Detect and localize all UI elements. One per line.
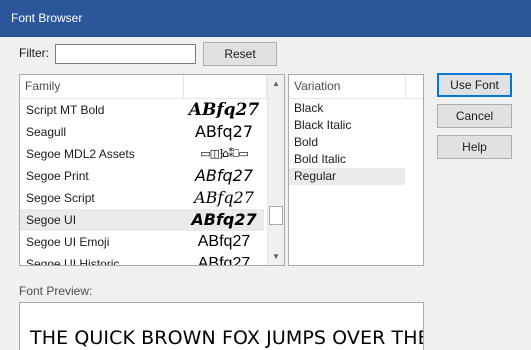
family-name: Segoe Script xyxy=(26,191,95,205)
family-name: Segoe MDL2 Assets xyxy=(26,147,135,161)
variation-item-selected[interactable]: Regular xyxy=(289,168,405,185)
preview-text: THE QUICK BROWN FOX JUMPS OVER THE xyxy=(30,327,424,349)
family-list-header: Family xyxy=(20,75,267,99)
family-row-selected[interactable]: Segoe UI ABfq27 xyxy=(20,209,264,231)
family-row[interactable]: Seagull ABfq27 xyxy=(20,121,264,143)
family-name: Segoe UI Historic xyxy=(26,257,120,266)
font-sample: ABfq27 xyxy=(194,166,254,185)
family-list[interactable]: Family Script MT Bold ABfq27 Seagull ABf… xyxy=(19,74,285,266)
family-row[interactable]: Script MT Bold ABfq27 xyxy=(20,99,264,121)
font-sample: ABfq27 xyxy=(194,122,254,141)
family-column-header[interactable]: Family xyxy=(20,75,184,98)
family-name: Segoe UI Emoji xyxy=(26,235,110,249)
variation-item[interactable]: Black Italic xyxy=(289,117,423,134)
family-rows: Script MT Bold ABfq27 Seagull ABfq27 Seg… xyxy=(20,99,264,266)
family-row[interactable]: Segoe UI Historic ABfq27 xyxy=(20,253,264,266)
variation-list[interactable]: Variation Black Black Italic Bold Bold I… xyxy=(288,74,424,266)
title-bar: Font Browser xyxy=(0,0,531,37)
font-sample: ABfq27 xyxy=(191,210,257,229)
family-row[interactable]: Segoe Print ABfq27 xyxy=(20,165,264,187)
family-row[interactable]: Segoe Script ABfq27 xyxy=(20,187,264,209)
font-preview-box: THE QUICK BROWN FOX JUMPS OVER THE xyxy=(19,302,424,350)
font-sample: ABfq27 xyxy=(197,233,251,250)
family-list-scrollbar[interactable]: ▲ ▼ xyxy=(267,75,284,265)
variation-item[interactable]: Bold xyxy=(289,134,423,151)
variation-item[interactable]: Black xyxy=(289,100,423,117)
variation-rows: Black Black Italic Bold Bold Italic Regu… xyxy=(289,100,423,185)
variation-item[interactable]: Bold Italic xyxy=(289,151,423,168)
scroll-up-icon[interactable]: ▲ xyxy=(268,75,284,92)
font-sample: ▭◫⁆⌂⁑⎕▭ xyxy=(200,147,249,160)
scrollbar-thumb[interactable] xyxy=(269,206,283,225)
cancel-button[interactable]: Cancel xyxy=(437,104,512,128)
family-name: Segoe Print xyxy=(26,169,89,183)
preview-label: Font Preview: xyxy=(19,284,93,298)
variation-column-header[interactable]: Variation xyxy=(289,75,406,98)
font-sample: ABfq27 xyxy=(188,100,260,120)
family-name: Script MT Bold xyxy=(26,103,105,117)
family-name: Segoe UI xyxy=(26,213,77,227)
window-title: Font Browser xyxy=(11,11,83,25)
filter-input[interactable] xyxy=(55,44,196,64)
family-name: Seagull xyxy=(26,125,67,139)
help-button[interactable]: Help xyxy=(437,135,512,159)
font-sample: ABfq27 xyxy=(194,188,254,207)
sample-column-header[interactable] xyxy=(184,75,267,98)
use-font-button[interactable]: Use Font xyxy=(437,73,512,97)
family-row[interactable]: Segoe UI Emoji ABfq27 xyxy=(20,231,264,253)
variation-list-header: Variation xyxy=(289,75,423,99)
filter-label: Filter: xyxy=(19,46,49,60)
font-sample: ABfq27 xyxy=(197,255,251,266)
scroll-down-icon[interactable]: ▼ xyxy=(268,248,284,265)
reset-button[interactable]: Reset xyxy=(203,42,277,66)
family-row[interactable]: Segoe MDL2 Assets ▭◫⁆⌂⁑⎕▭ xyxy=(20,143,264,165)
